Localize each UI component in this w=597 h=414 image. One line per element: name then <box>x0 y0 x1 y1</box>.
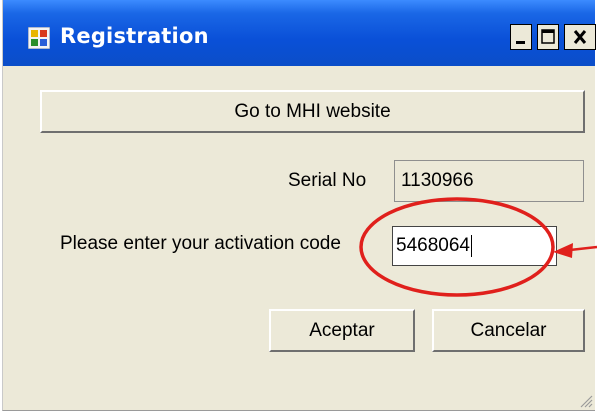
maximize-icon <box>541 29 555 44</box>
activation-code-label: Please enter your activation code <box>60 233 341 254</box>
go-to-website-button[interactable]: Go to MHI website <box>40 90 585 133</box>
window-title: Registration <box>60 24 209 48</box>
text-caret <box>470 234 473 257</box>
app-icon <box>28 27 50 49</box>
serial-no-field: 1130966 <box>394 160 584 202</box>
minimize-icon <box>516 41 525 44</box>
serial-no-label: Serial No <box>288 170 367 191</box>
aceptar-button[interactable]: Aceptar <box>269 309 415 352</box>
activation-code-value: 5468064 <box>396 235 470 256</box>
title-bar[interactable]: Registration <box>3 0 596 66</box>
activation-code-input[interactable]: 5468064 <box>392 226 557 266</box>
cancelar-button[interactable]: Cancelar <box>432 309 585 352</box>
registration-window: Registration Go to MHI website Serial No… <box>2 0 596 411</box>
resize-grip-icon[interactable] <box>577 392 593 408</box>
close-button[interactable] <box>564 24 596 50</box>
minimize-button[interactable] <box>510 24 532 50</box>
close-icon <box>573 30 587 44</box>
maximize-button[interactable] <box>537 24 559 50</box>
